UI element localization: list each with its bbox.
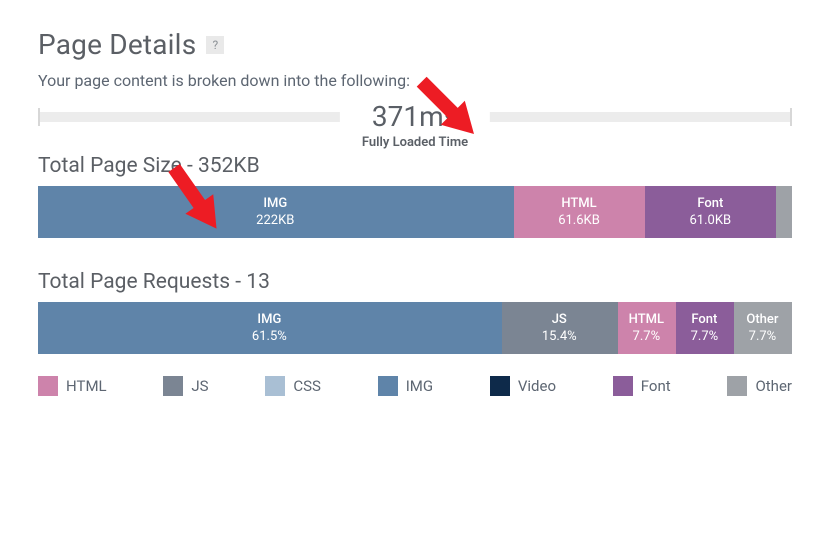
legend-label: JS [191, 377, 208, 395]
bar-segment-label: Other [746, 312, 778, 327]
bar-segment-img[interactable]: IMG 222KB [38, 186, 514, 238]
legend-swatch [727, 376, 747, 396]
bar-segment-value: 61.0KB [689, 213, 731, 228]
bar-segment-label: HTML [629, 312, 664, 327]
bar-segment-font[interactable]: Font 7.7% [676, 302, 734, 354]
legend-label: IMG [406, 377, 433, 395]
legend-item-css[interactable]: CSS [265, 376, 321, 396]
legend-swatch [490, 376, 510, 396]
bar-segment-label: Font [691, 312, 717, 327]
arrow-icon [148, 150, 238, 240]
legend-label: Video [518, 377, 556, 395]
bar-segment-label: IMG [257, 312, 281, 327]
legend-swatch [163, 376, 183, 396]
bar-segment-label: JS [552, 312, 567, 327]
legend-label: Other [755, 377, 792, 395]
bar-segment-font[interactable]: Font 61.0KB [645, 186, 776, 238]
legend-item-img[interactable]: IMG [378, 376, 433, 396]
bar-segment-value: 7.7% [691, 329, 719, 344]
legend-swatch [265, 376, 285, 396]
bar-segment-label: HTML [561, 196, 596, 211]
page-requests-bar-chart: IMG 61.5% JS 15.4% HTML 7.7% Font 7.7% Other 7.7% [38, 302, 792, 354]
bar-segment-value: 222KB [256, 213, 294, 228]
chart-legend: HTML JS CSS IMG Video Font Other [38, 376, 792, 396]
legend-item-html[interactable]: HTML [38, 376, 107, 396]
bar-segment-value: 61.6KB [558, 213, 600, 228]
help-icon[interactable]: ? [206, 36, 224, 54]
page-title: Page Details [38, 28, 196, 61]
bar-segment-value: 7.7% [633, 329, 661, 344]
bar-segment-value: 15.4% [542, 329, 577, 344]
bar-segment-js[interactable]: JS 15.4% [502, 302, 618, 354]
legend-swatch [613, 376, 633, 396]
arrow-icon [400, 60, 490, 150]
bar-segment-value: 61.5% [252, 329, 287, 344]
legend-label: CSS [293, 377, 321, 395]
bar-segment-label: IMG [263, 196, 287, 211]
legend-item-video[interactable]: Video [490, 376, 556, 396]
legend-item-other[interactable]: Other [727, 376, 792, 396]
bar-segment-other[interactable]: Other 7.7% [734, 302, 792, 354]
bar-segment-value: 7.7% [749, 329, 777, 344]
legend-item-font[interactable]: Font [613, 376, 671, 396]
legend-swatch [378, 376, 398, 396]
bar-segment-html[interactable]: HTML 7.7% [618, 302, 676, 354]
legend-item-js[interactable]: JS [163, 376, 208, 396]
legend-label: HTML [66, 377, 107, 395]
bar-segment-other[interactable] [776, 186, 792, 238]
total-page-requests-title: Total Page Requests - 13 [38, 270, 792, 294]
legend-swatch [38, 376, 58, 396]
bar-segment-img[interactable]: IMG 61.5% [38, 302, 502, 354]
bar-segment-html[interactable]: HTML 61.6KB [514, 186, 646, 238]
legend-label: Font [641, 377, 671, 395]
bar-segment-label: Font [697, 196, 723, 211]
